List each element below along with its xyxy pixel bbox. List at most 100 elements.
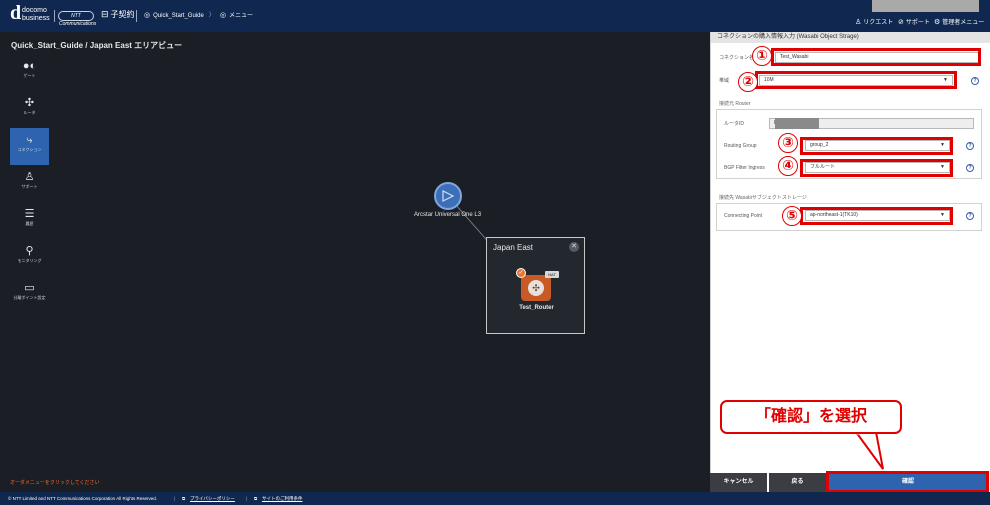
support-icon: ♙ bbox=[24, 171, 35, 183]
gateway-icon bbox=[442, 190, 455, 202]
app-root: d docomo business NTT Communications ⊟ 子契… bbox=[0, 0, 990, 505]
annotation-marker-2: ② bbox=[738, 72, 758, 92]
callout-pointer bbox=[854, 431, 884, 470]
zone-title: Japan East bbox=[493, 243, 534, 252]
ntt-logo: NTT Communications bbox=[58, 11, 97, 27]
router-label: Test_Router bbox=[519, 305, 554, 311]
annotation-box-1 bbox=[771, 48, 981, 66]
connecting-point-label: Connecting Point bbox=[724, 213, 763, 219]
order-hint: オーダメニューをクリックしてください bbox=[10, 480, 100, 486]
logo-mark: d bbox=[10, 2, 22, 24]
logo-line1: docomo bbox=[22, 7, 47, 14]
annotation-box-5 bbox=[800, 207, 953, 225]
breadcrumb-project[interactable]: Quick_Start_Guide bbox=[153, 13, 204, 19]
dest-section-title: 接続先 Wasabiサブジェクトストレージ bbox=[719, 195, 807, 201]
router-icon: ✣ bbox=[528, 280, 544, 296]
sidebar-item-label: サポート bbox=[21, 184, 38, 189]
request-label: リクエスト bbox=[863, 20, 894, 26]
support-label: サポート bbox=[905, 20, 930, 26]
sidebar-item-history[interactable]: ☰ 履歴 bbox=[10, 202, 49, 239]
bandwidth-help-icon[interactable]: ? bbox=[971, 77, 979, 85]
privacy-link[interactable]: プライバシーポリシー bbox=[190, 492, 235, 505]
help-circle-icon: ⊘ bbox=[898, 19, 904, 26]
footer: © NTT Limited and NTT Communications Cor… bbox=[0, 492, 990, 505]
nat-badge: NAT bbox=[545, 271, 559, 278]
close-icon[interactable]: ✕ bbox=[569, 242, 579, 252]
support-link[interactable]: ⊘ サポート bbox=[898, 17, 930, 26]
sidebar-item-gate[interactable]: ●◐ ゲート bbox=[10, 54, 49, 91]
footer-divider: | bbox=[246, 496, 248, 501]
area-view-canvas[interactable]: Quick_Start_Guide / Japan East エリアビュー ●◐… bbox=[0, 32, 710, 492]
chevron-right-icon: 〉 bbox=[208, 13, 215, 19]
connecting-point-help-icon[interactable]: ? bbox=[966, 212, 974, 220]
bgp-filter-help-icon[interactable]: ? bbox=[966, 164, 974, 172]
routing-group-help-icon[interactable]: ? bbox=[966, 142, 974, 150]
annotation-box-3 bbox=[800, 137, 953, 155]
sidebar-item-label: 分離ポイント設定 bbox=[13, 295, 46, 300]
sidebar-item-connection[interactable]: ⤷ コネクション bbox=[10, 128, 49, 165]
contract-label: 子契約 bbox=[110, 10, 135, 19]
masked-user-info bbox=[872, 0, 979, 12]
cancel-button[interactable]: キャンセル bbox=[710, 473, 767, 492]
admin-menu-link[interactable]: ⚙ 管理者メニュー bbox=[934, 17, 984, 26]
breadcrumb-menu[interactable]: メニュー bbox=[229, 13, 253, 19]
annotation-marker-3: ③ bbox=[778, 133, 798, 153]
request-link[interactable]: ♙ リクエスト bbox=[855, 17, 893, 26]
zone-japan-east[interactable]: Japan East ✕ ✓ NAT ✣ Test_Router bbox=[486, 237, 585, 334]
sidebar-item-label: コネクション bbox=[17, 147, 42, 152]
external-link-icon: ⧉ bbox=[182, 496, 186, 501]
sidebar-item-support[interactable]: ♙ サポート bbox=[10, 165, 49, 202]
sidebar-item-monitoring[interactable]: ⚲ モニタリング bbox=[10, 239, 49, 276]
annotation-box-2 bbox=[755, 71, 957, 89]
side-menu: ●◐ ゲート ✣ ルータ ⤷ コネクション ♙ サポート ☰ 履歴 ⚲ モニタリ… bbox=[10, 54, 50, 313]
annotation-marker-4: ④ bbox=[778, 156, 798, 176]
gateway-label: Arcstar Universal One L3 bbox=[414, 212, 482, 218]
footer-divider: | bbox=[174, 496, 176, 501]
sidebar-item-router[interactable]: ✣ ルータ bbox=[10, 91, 49, 128]
routing-group-label: Routing Group bbox=[724, 143, 757, 149]
bgp-filter-label: BGP Filter Ingress bbox=[724, 165, 765, 171]
history-icon: ☰ bbox=[24, 208, 35, 220]
gear-icon: ⚙ bbox=[934, 19, 941, 26]
copyright-text: © NTT Limited and NTT Communications Cor… bbox=[8, 496, 157, 501]
contract-link[interactable]: ⊟ 子契約 bbox=[101, 9, 135, 20]
contract-icon: ⊟ bbox=[101, 9, 109, 19]
sidebar-item-isolation-point[interactable]: ▭ 分離ポイント設定 bbox=[10, 276, 49, 313]
check-icon: ✓ bbox=[516, 268, 526, 278]
confirm-callout: 「確認」を選択 bbox=[720, 400, 902, 434]
external-link-icon: ⧉ bbox=[254, 496, 258, 501]
router-node[interactable]: ✓ NAT ✣ bbox=[516, 268, 559, 301]
masked-router-id bbox=[775, 118, 819, 129]
annotation-marker-1: ① bbox=[752, 46, 772, 66]
nav-divider bbox=[136, 10, 137, 22]
connection-name-label: コネクション名 bbox=[719, 55, 755, 61]
annotation-marker-5: ⑤ bbox=[782, 206, 802, 226]
gateway-node[interactable] bbox=[434, 182, 462, 210]
connection-icon: ⤷ bbox=[26, 134, 33, 146]
admin-label: 管理者メニュー bbox=[942, 20, 985, 26]
monitoring-icon: ⚲ bbox=[25, 245, 34, 257]
logo-separator bbox=[54, 10, 55, 22]
sidebar-item-label: モニタリング bbox=[17, 258, 42, 263]
bandwidth-label: 帯域 bbox=[719, 78, 730, 84]
annotation-box-4 bbox=[800, 159, 953, 177]
router-icon: ✣ bbox=[24, 97, 35, 109]
back-button[interactable]: 戻る bbox=[769, 473, 826, 492]
bell-icon: ♙ bbox=[855, 19, 862, 26]
panel-title: コネクションの購入情報入力 (Wasabi Object Strage) bbox=[711, 32, 990, 43]
monitor-icon: ▭ bbox=[24, 282, 35, 294]
docomo-business-logo[interactable]: d docomo business bbox=[10, 2, 52, 25]
annotation-box-confirm bbox=[826, 471, 989, 493]
top-bar: d docomo business NTT Communications ⊟ 子契… bbox=[0, 0, 990, 32]
logo-line2: business bbox=[22, 15, 50, 22]
toggle-icon: ●◐ bbox=[22, 60, 37, 72]
link-lines bbox=[447, 195, 523, 281]
source-section-title: 接続元 Router bbox=[719, 101, 751, 107]
sidebar-item-label: ルータ bbox=[23, 110, 36, 115]
terms-link[interactable]: サイトのご利用条件 bbox=[262, 492, 303, 505]
page-title: Quick_Start_Guide / Japan East エリアビュー bbox=[11, 41, 183, 50]
breadcrumb: ◎ Quick_Start_Guide 〉 ◎ メニュー bbox=[144, 10, 253, 19]
menu-icon: ◎ bbox=[219, 12, 226, 19]
sidebar-item-label: ゲート bbox=[23, 73, 36, 78]
router-id-label: ルータID bbox=[724, 121, 745, 127]
